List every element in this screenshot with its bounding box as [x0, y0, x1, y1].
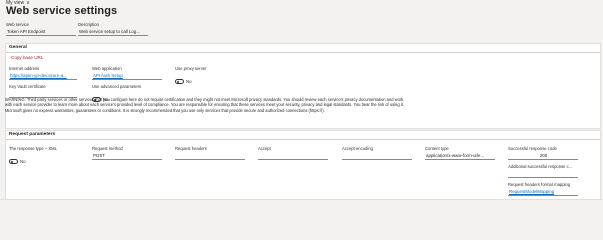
general-heading[interactable]: General: [6, 44, 600, 53]
request-method-select[interactable]: POST: [92, 152, 162, 160]
copy-base-url-link[interactable]: Copy base URL: [11, 55, 43, 60]
content-type-label: Content type: [425, 146, 449, 151]
use-proxy-field: Use proxy server No: [175, 66, 207, 91]
successful-response-code-field: Successful response code 200: [508, 146, 578, 160]
request-headers-format-mapping-label: Request headers format mapping: [508, 182, 571, 187]
web-application-field: Web application API Auth Setup: [92, 66, 162, 80]
use-advanced-label: Use advanced parameters: [92, 84, 142, 89]
accept-field: Accept: [258, 146, 328, 160]
successful-response-code-input[interactable]: 200: [508, 152, 578, 160]
description-input[interactable]: Web service setup to call Log...: [78, 28, 148, 36]
internet-address-field: Internet address https://apim-yp-dev.azu…: [9, 66, 77, 80]
request-headers-format-mapping-field: Request headers format mapping RequestMo…: [508, 182, 578, 196]
page-title: Web service settings: [6, 5, 118, 17]
web-service-field: Web service Token API Endpoint: [6, 22, 76, 36]
internet-address-input[interactable]: https://apim-yp-dev.azure-a...: [9, 72, 77, 80]
accept-encoding-field: Accept encoding: [342, 146, 412, 160]
successful-response-code-label: Successful response code: [508, 146, 557, 151]
content-type-input[interactable]: application/x-www-form-urle...: [425, 152, 495, 160]
key-vault-label: Key Vault certificate: [9, 84, 46, 89]
request-method-field: Request method POST: [92, 146, 162, 160]
additional-successful-response-label: Additional successful response c...: [508, 164, 573, 169]
response-type-field: The response type – XML No: [9, 146, 57, 171]
use-proxy-toggle[interactable]: [175, 79, 184, 85]
privacy-warning-text: WARNING: Third party services or other s…: [5, 97, 404, 113]
request-method-label: Request method: [92, 146, 123, 151]
accept-label: Accept: [258, 146, 271, 151]
web-application-label: Web application: [92, 66, 122, 71]
web-service-input[interactable]: Token API Endpoint: [6, 28, 76, 36]
bottom-divider: [0, 199, 603, 200]
internet-address-label: Internet address: [9, 66, 40, 71]
additional-successful-response-field: Additional successful response c...: [508, 164, 578, 178]
accept-encoding-input[interactable]: [342, 152, 412, 160]
request-parameters-heading[interactable]: Request parameters: [6, 131, 600, 140]
web-application-input[interactable]: API Auth Setup: [92, 72, 162, 80]
description-label: Description: [78, 22, 99, 27]
response-type-value: No: [20, 159, 26, 165]
request-headers-label: Request headers: [175, 146, 207, 151]
web-service-label: Web service: [6, 22, 29, 27]
request-headers-input[interactable]: [175, 152, 245, 160]
accept-input[interactable]: [258, 152, 328, 160]
response-type-toggle[interactable]: [9, 159, 18, 165]
accept-encoding-label: Accept encoding: [342, 146, 373, 151]
use-proxy-label: Use proxy server: [175, 66, 207, 71]
key-vault-field: Key Vault certificate: [9, 84, 77, 98]
additional-successful-response-input[interactable]: [508, 170, 578, 178]
use-proxy-value: No: [186, 79, 192, 85]
response-type-label: The response type – XML: [9, 146, 57, 151]
description-field: Description Web service setup to call Lo…: [78, 22, 148, 36]
content-type-field: Content type application/x-www-form-urle…: [425, 146, 495, 160]
request-headers-field: Request headers: [175, 146, 245, 160]
request-headers-format-mapping-input[interactable]: RequestModelMapping: [508, 188, 578, 196]
